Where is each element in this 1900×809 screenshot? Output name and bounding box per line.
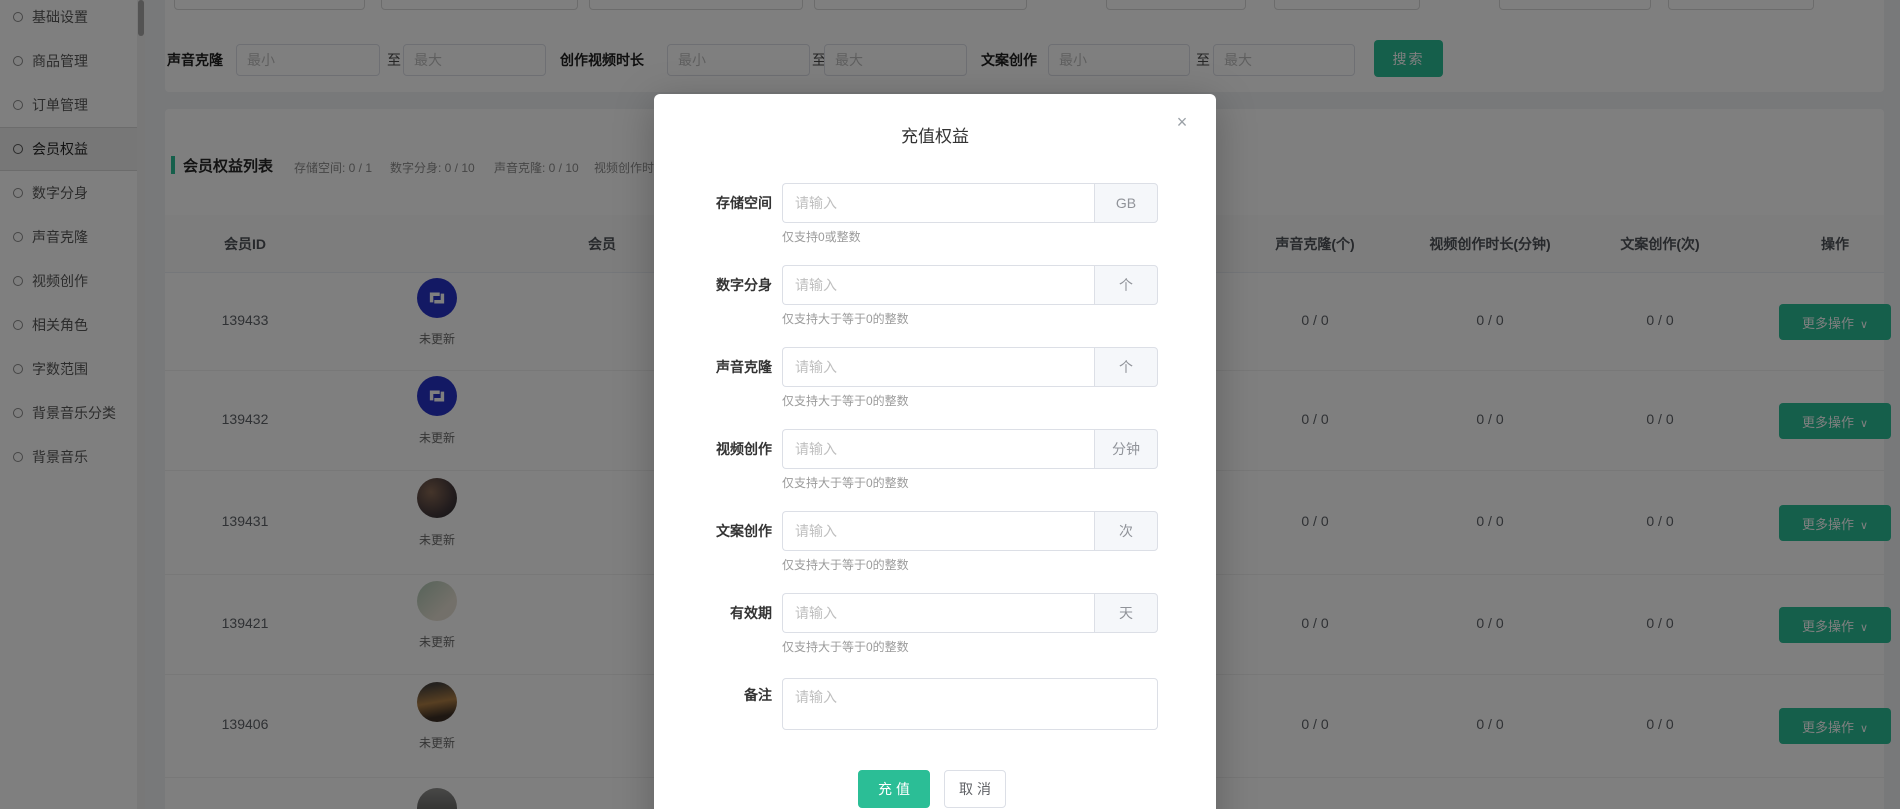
field-helper: 仅支持大于等于0的整数	[782, 311, 909, 327]
remark-textarea[interactable]	[782, 678, 1158, 730]
copywriting-input[interactable]	[782, 511, 1094, 551]
cancel-button[interactable]: 取消	[944, 770, 1006, 808]
unit-suffix-gb: GB	[1094, 183, 1158, 223]
field-label-storage: 存储空间	[694, 183, 772, 223]
field-helper: 仅支持大于等于0的整数	[782, 639, 909, 655]
validity-input[interactable]	[782, 593, 1094, 633]
field-label-validity: 有效期	[694, 593, 772, 633]
field-helper: 仅支持0或整数	[782, 229, 861, 245]
storage-input[interactable]	[782, 183, 1094, 223]
unit-suffix-times: 次	[1094, 511, 1158, 551]
field-helper: 仅支持大于等于0的整数	[782, 475, 909, 491]
field-label-copywriting: 文案创作	[694, 511, 772, 551]
recharge-rights-dialog: 充值权益 × 存储空间 GB 仅支持0或整数 数字分身 个 仅支持大于等于0的整…	[654, 94, 1216, 809]
field-label-digital-avatar: 数字分身	[694, 265, 772, 305]
field-helper: 仅支持大于等于0的整数	[782, 393, 909, 409]
video-creation-input[interactable]	[782, 429, 1094, 469]
unit-suffix-count: 个	[1094, 265, 1158, 305]
admin-page: 基础设置 商品管理 订单管理 会员权益 数字分身 声音克隆 视频创作 相关角色 …	[0, 0, 1900, 809]
field-label-voice-clone: 声音克隆	[694, 347, 772, 387]
field-helper: 仅支持大于等于0的整数	[782, 557, 909, 573]
close-icon[interactable]: ×	[1170, 110, 1194, 134]
voice-clone-input[interactable]	[782, 347, 1094, 387]
recharge-confirm-button[interactable]: 充值	[858, 770, 930, 808]
unit-suffix-minutes: 分钟	[1094, 429, 1158, 469]
digital-avatar-input[interactable]	[782, 265, 1094, 305]
field-label-video-creation: 视频创作	[694, 429, 772, 469]
field-label-remark: 备注	[694, 678, 772, 712]
unit-suffix-count: 个	[1094, 347, 1158, 387]
dialog-title: 充值权益	[654, 122, 1216, 147]
unit-suffix-days: 天	[1094, 593, 1158, 633]
